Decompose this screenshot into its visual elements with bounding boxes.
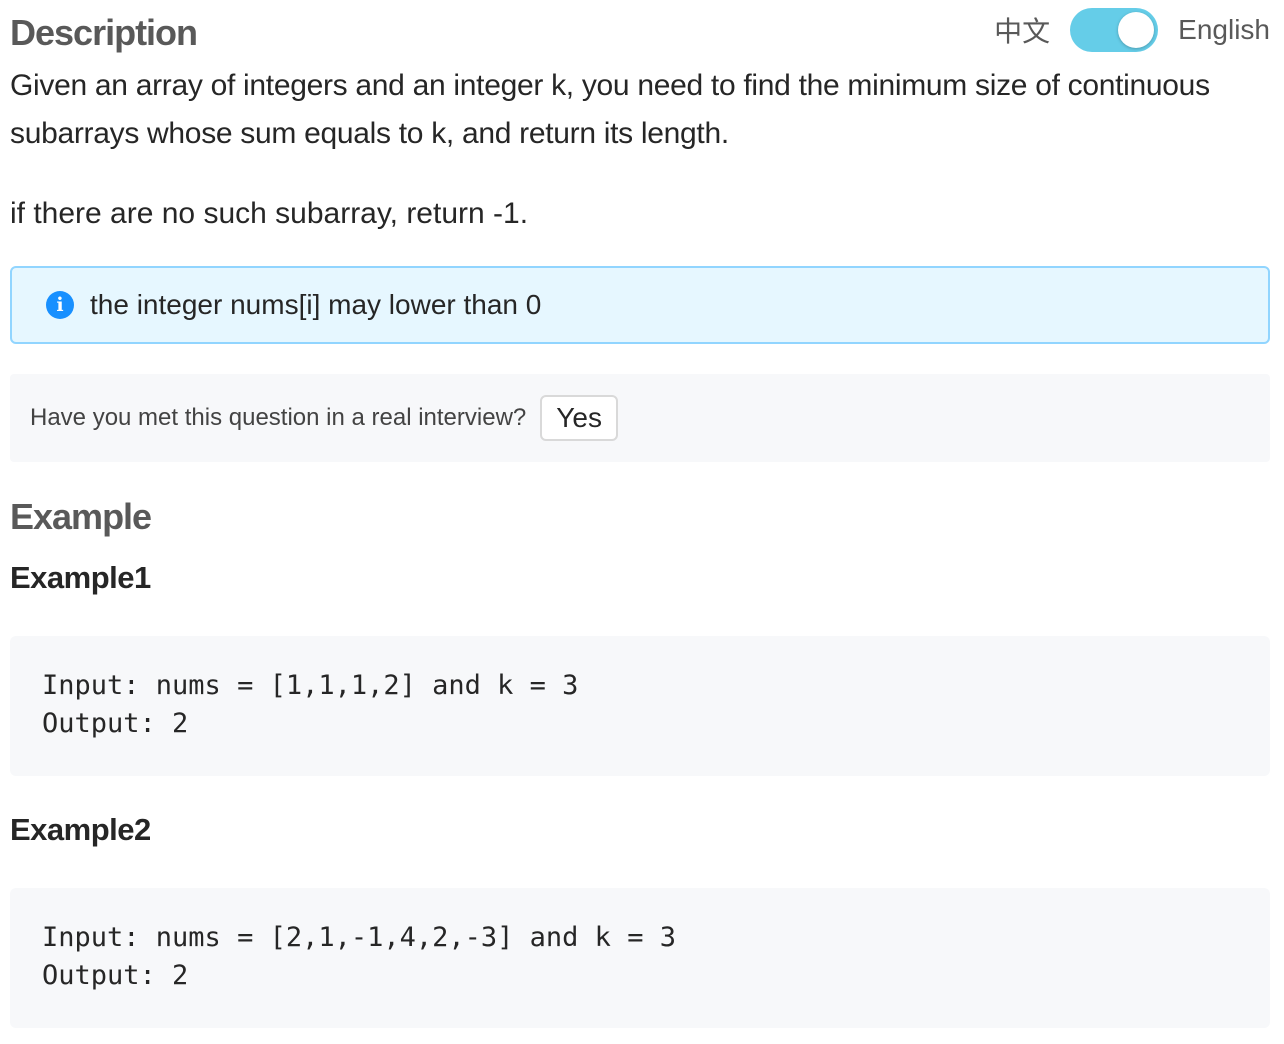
switch-knob [1118, 12, 1155, 48]
example2-input: Input: nums = [2,1,-1,4,2,-3] and k = 3 [42, 922, 676, 953]
description-title: Description [10, 12, 198, 53]
language-toggle-group: 中文 English [994, 8, 1270, 52]
description-note: if there are no such subarray, return -1… [10, 197, 529, 230]
lang-en-label[interactable]: English [1178, 14, 1270, 46]
example-heading: Example [10, 496, 152, 537]
example1-code-block: Input: nums = [1,1,1,2] and k = 3 Output… [10, 636, 1270, 776]
yes-button[interactable]: Yes [540, 395, 618, 441]
description-text: Given an array of integers and an intege… [10, 69, 1210, 150]
example2-title: Example2 [10, 812, 151, 847]
language-switch[interactable] [1070, 8, 1159, 52]
interview-bar: Have you met this question in a real int… [10, 374, 1270, 462]
interview-question: Have you met this question in a real int… [30, 404, 527, 431]
header-row: Description 中文 English [10, 8, 1270, 58]
notice-text: the integer nums[i] may lower than 0 [90, 289, 542, 320]
lang-zh-label[interactable]: 中文 [994, 10, 1050, 50]
example1-input: Input: nums = [1,1,1,2] and k = 3 [42, 670, 579, 701]
info-icon: i [46, 291, 74, 319]
example1-title: Example1 [10, 560, 151, 595]
example2-code-block: Input: nums = [2,1,-1,4,2,-3] and k = 3 … [10, 888, 1270, 1028]
example2-output: Output: 2 [42, 960, 189, 991]
example1-output: Output: 2 [42, 708, 189, 739]
notice-box: i the integer nums[i] may lower than 0 [10, 266, 1270, 344]
